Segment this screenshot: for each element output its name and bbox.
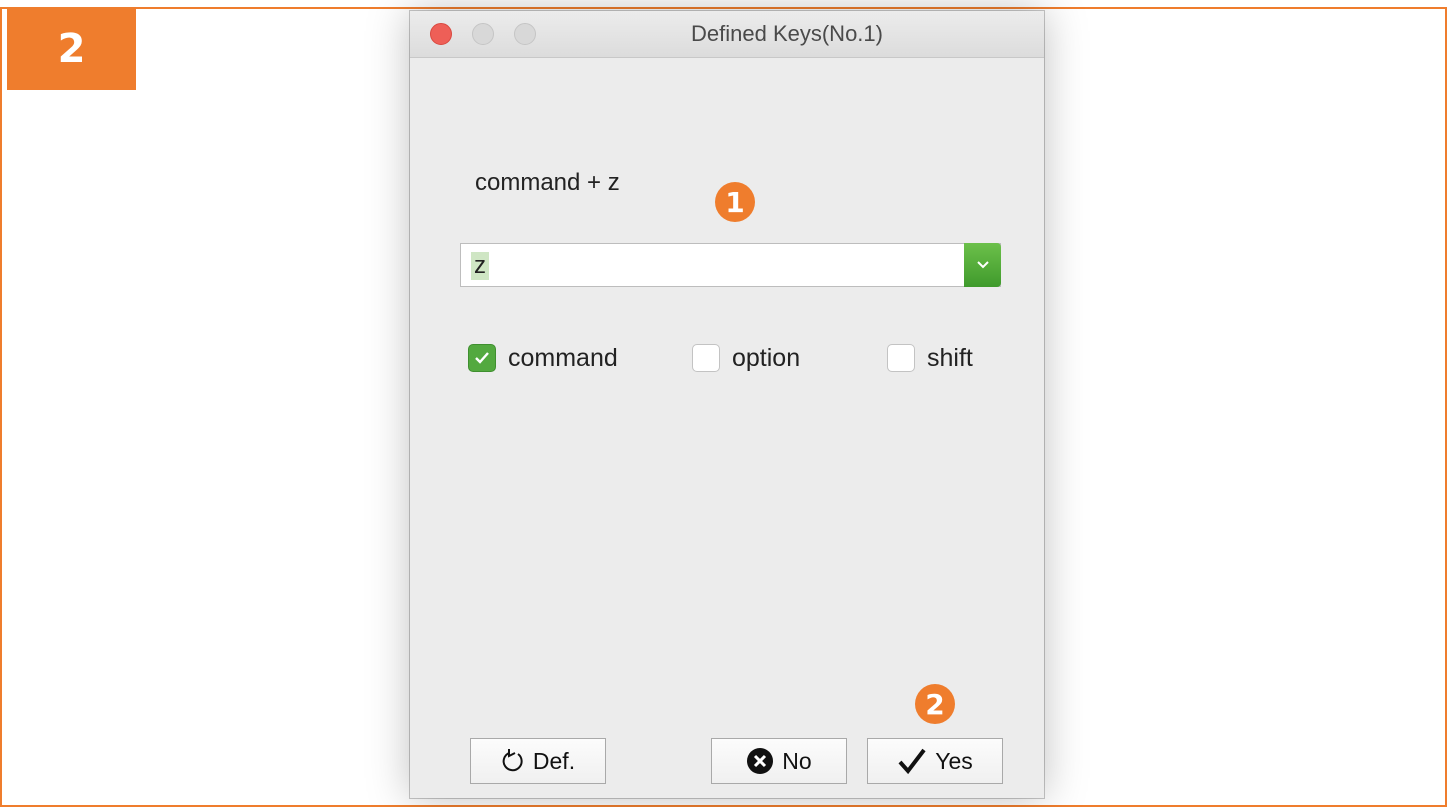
modifier-option[interactable]: option xyxy=(692,342,800,374)
key-select-value: z xyxy=(471,252,489,280)
shortcut-preview: command + z xyxy=(475,169,620,196)
reset-icon xyxy=(501,748,525,774)
command-checkbox[interactable] xyxy=(468,344,496,372)
no-button-label: No xyxy=(782,747,812,774)
default-button[interactable]: Def. xyxy=(470,738,606,784)
command-label: command xyxy=(508,343,618,372)
defined-keys-dialog: Defined Keys(No.1) command + z z command… xyxy=(410,11,1044,798)
default-button-label: Def. xyxy=(532,747,576,774)
no-button[interactable]: No xyxy=(711,738,847,784)
yes-button[interactable]: Yes xyxy=(867,738,1003,784)
yes-button-label: Yes xyxy=(935,747,973,774)
title-bar: Defined Keys(No.1) xyxy=(410,11,1044,58)
option-checkbox[interactable] xyxy=(692,344,720,372)
callout-1: 1 xyxy=(715,182,755,222)
modifier-shift[interactable]: shift xyxy=(887,342,973,374)
step-badge: 2 xyxy=(7,7,136,90)
option-label: option xyxy=(732,343,801,372)
callout-2: 2 xyxy=(915,684,955,724)
key-select[interactable]: z xyxy=(460,243,1001,287)
modifier-command[interactable]: command xyxy=(468,342,618,374)
chevron-down-icon[interactable] xyxy=(964,243,1001,287)
checkmark-icon xyxy=(897,747,927,775)
cancel-circle-icon xyxy=(746,747,774,775)
window-title: Defined Keys(No.1) xyxy=(691,21,883,46)
shift-label: shift xyxy=(927,343,973,372)
shift-checkbox[interactable] xyxy=(887,344,915,372)
